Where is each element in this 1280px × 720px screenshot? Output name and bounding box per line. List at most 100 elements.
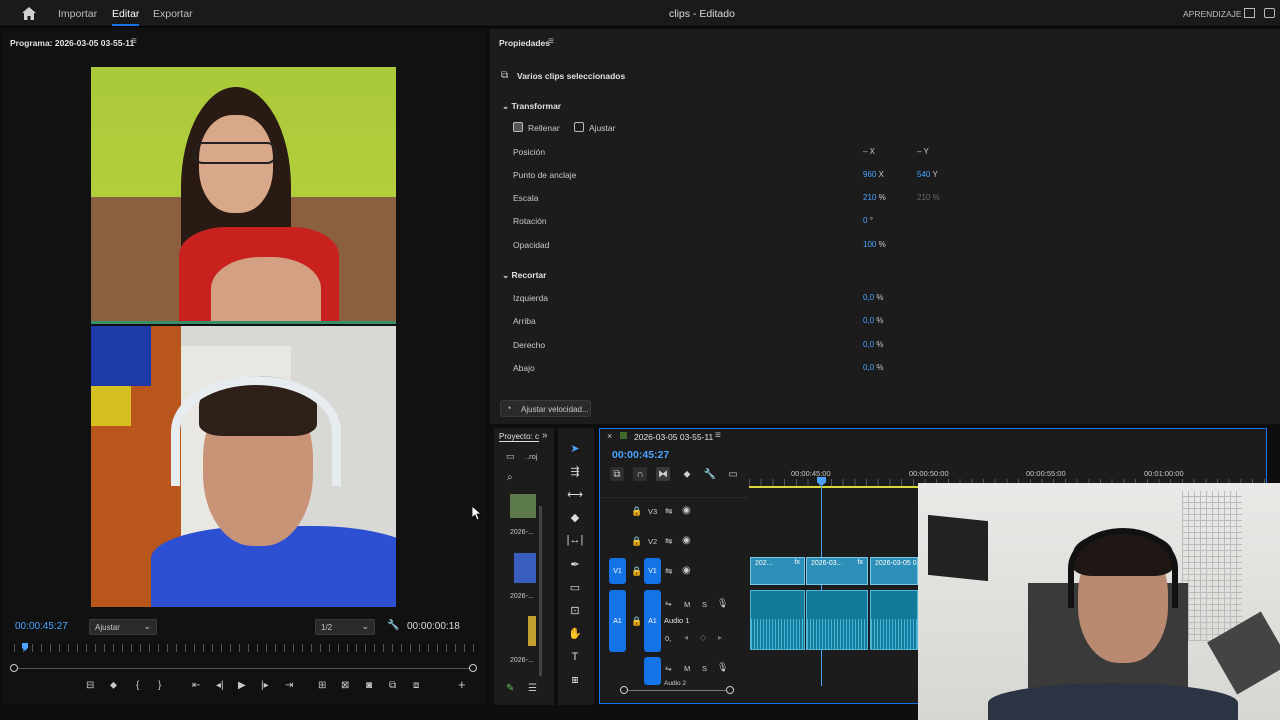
position-y[interactable]: – Y [917,147,929,156]
fullscreen-icon[interactable] [1264,8,1275,18]
mute-button[interactable]: M [684,664,690,673]
captions-icon[interactable]: ▭ [726,467,740,481]
timeline-settings-icon[interactable]: 🔧 [703,467,717,481]
lock-icon[interactable]: 🔒 [631,536,642,547]
project-thumb-3[interactable] [528,616,536,646]
home-icon[interactable] [22,7,36,20]
transcript-icon[interactable]: ⧆ [566,671,584,689]
video-clip-1[interactable]: 202... fx [750,557,805,585]
anchor-x[interactable]: 960 X [863,170,884,179]
pen-icon[interactable]: ✒ [566,555,584,573]
mute-button[interactable]: M [684,600,690,609]
rotation-value[interactable]: 0 ° [863,216,873,225]
wrench-icon[interactable]: 🔧 [387,620,399,631]
project-item-3[interactable]: 2026-... [510,657,534,664]
eye-icon[interactable]: ◉ [682,535,691,546]
overwrite-icon[interactable]: ⊠ [341,680,349,691]
menu-exportar[interactable]: Exportar [153,8,193,20]
fill-button[interactable]: Rellenar [528,123,560,133]
video-clip-2[interactable]: 2026-03... fx [806,557,868,585]
scroll-handle-right[interactable] [469,664,477,672]
mark-in-icon[interactable]: { [136,680,139,691]
learning-button[interactable]: APRENDIZAJE [1183,9,1242,19]
crop-left-value[interactable]: 0,0 % [863,293,883,302]
text-tool-icon[interactable]: T [566,648,584,666]
fit-icon[interactable] [574,122,584,132]
bin-name[interactable]: ..roj [525,452,538,461]
menu-editar[interactable]: Editar [112,8,140,26]
track-v3[interactable]: V3 [648,507,657,516]
speed-button[interactable]: ◔ Ajustar velocidad... [500,400,591,417]
microphone-icon[interactable]: 🎙 [717,598,728,609]
properties-menu-icon[interactable]: ≡ [548,36,554,47]
track-a1[interactable]: A1 [644,590,661,652]
scale-value[interactable]: 210 % [863,193,886,202]
panel-expand-icon[interactable]: » [542,430,548,441]
linked-selection-icon[interactable]: ⧓ [656,467,670,481]
track-v2[interactable]: V2 [648,537,657,546]
microphone-icon[interactable]: 🎙 [717,662,728,673]
work-area-bar[interactable] [749,486,919,488]
hand-icon[interactable]: ✋ [566,624,584,642]
project-scrollbar[interactable] [539,506,542,676]
compare-icon[interactable]: ⧉ [389,680,396,691]
volume-value[interactable]: 0, [665,634,671,643]
selection-tool-icon[interactable]: ➤ [566,439,584,457]
timeline-timecode[interactable]: 00:00:45:27 [612,449,669,461]
fit-dropdown[interactable]: Ajustar ⌄ [89,619,157,635]
source-a1[interactable]: A1 [609,590,626,652]
mark-out-icon[interactable]: } [158,680,161,691]
track-a2[interactable] [644,657,661,685]
fit-button[interactable]: Ajustar [589,123,615,133]
track-select-icon[interactable]: ⇶ [566,462,584,480]
pencil-icon[interactable]: ✎ [506,683,514,694]
lift-icon[interactable]: ⊟ [86,680,94,691]
sequence-menu-icon[interactable]: ≡ [715,430,721,441]
snap-icon[interactable]: ∩ [633,467,647,481]
solo-button[interactable]: S [702,600,707,609]
zoom-handle-left[interactable] [620,686,628,694]
workspace-icon[interactable] [1244,8,1255,18]
project-item-1[interactable]: 2026-... [510,529,534,536]
go-to-in-icon[interactable]: ⇤ [192,680,200,691]
sync-icon[interactable]: ⇋ [665,536,673,547]
solo-button[interactable]: S [702,664,707,673]
prev-keyframe-icon[interactable]: ◂ [684,633,688,642]
rectangle-icon[interactable]: ▭ [566,578,584,596]
program-scrollbar[interactable] [14,668,474,669]
marker-icon[interactable]: ⬥ [110,680,117,691]
play-icon[interactable]: ▶ [238,680,246,691]
position-x[interactable]: – X [863,147,875,156]
scroll-handle-left[interactable] [10,664,18,672]
eye-icon[interactable]: ◉ [682,505,691,516]
sequence-tab[interactable]: 2026-03-05 03-55-11 [634,432,713,442]
crop-bottom-value[interactable]: 0,0 % [863,363,883,372]
audio-clip-3[interactable] [870,590,918,650]
zoom-tool-icon[interactable]: ⊡ [566,601,584,619]
transform-section[interactable]: ⌄ Transformar [502,101,561,112]
resolution-dropdown[interactable]: 1/2 ⌄ [315,619,375,635]
program-menu-icon[interactable]: ≡ [131,36,137,47]
audio-clip-2[interactable] [806,590,868,650]
project-thumb-2[interactable] [514,553,536,583]
lock-icon[interactable]: 🔒 [631,616,642,627]
project-thumb-1[interactable] [510,494,536,518]
close-icon[interactable]: × [607,431,612,441]
opacity-value[interactable]: 100 % [863,240,886,249]
camera-icon[interactable]: ◙ [366,680,372,691]
step-back-icon[interactable]: ◂| [216,680,224,691]
nest-icon[interactable]: ⧉ [610,467,624,481]
add-button-icon[interactable]: + [458,677,466,692]
add-marker-icon[interactable]: ⬥ [680,467,694,481]
timeline-zoom-bar[interactable] [624,690,730,691]
list-view-icon[interactable]: ☰ [528,683,537,694]
sync-icon[interactable]: ⇋ [665,506,673,517]
program-timecode[interactable]: 00:00:45:27 [15,621,68,632]
source-v1[interactable]: V1 [609,558,626,584]
project-title[interactable]: Proyecto: c [499,432,540,442]
trim-icon[interactable]: ⧈ [413,680,419,691]
keyframe-icon[interactable]: ◇ [700,633,706,642]
insert-icon[interactable]: ⊞ [318,680,326,691]
search-icon[interactable]: ⌕ [507,472,513,483]
project-item-2[interactable]: 2026-... [510,593,534,600]
